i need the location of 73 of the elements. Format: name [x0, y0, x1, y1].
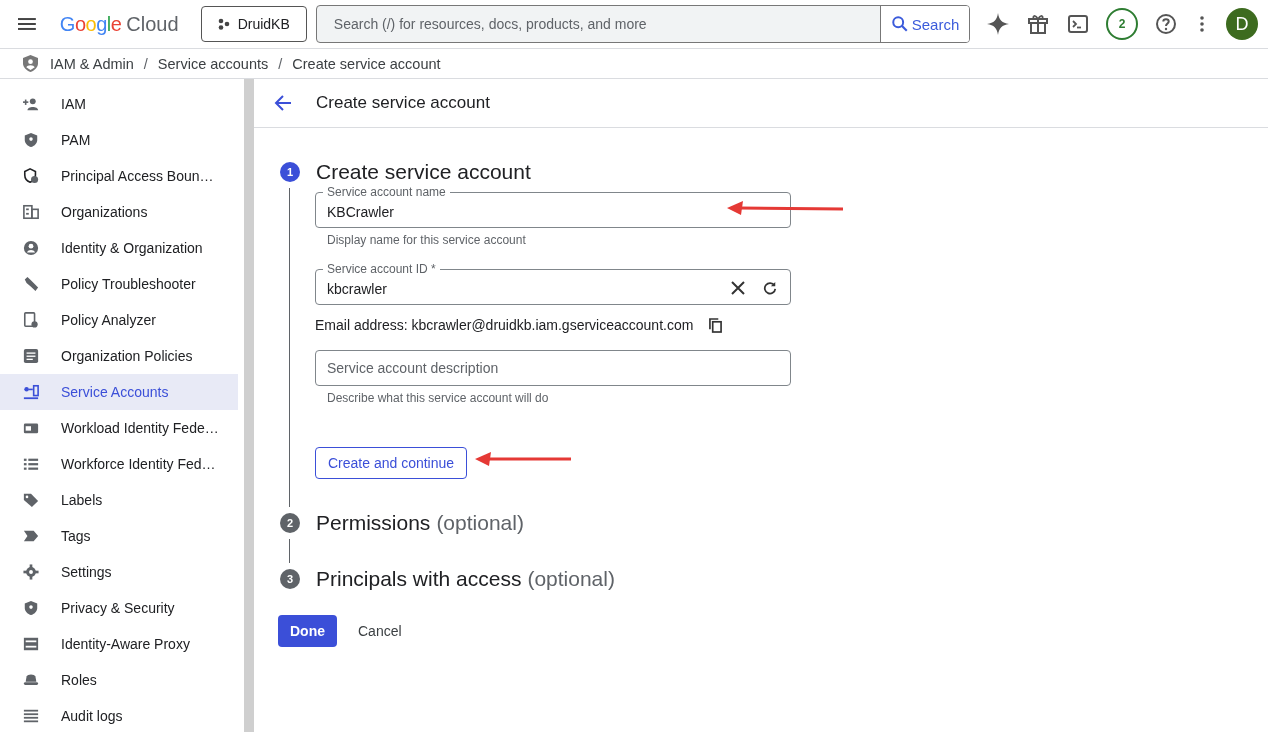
help-text: Display name for this service account — [327, 233, 527, 247]
project-icon — [217, 18, 230, 30]
sidebar-item[interactable]: Policy Analyzer — [0, 302, 238, 338]
project-picker[interactable]: DruidKB — [200, 6, 307, 42]
sidebar-item[interactable]: Organizations — [0, 194, 238, 230]
sidebar-item[interactable]: Organization Policies — [0, 338, 238, 374]
sidebar-item[interactable]: Identity-Aware Proxy — [0, 626, 238, 662]
tag-icon — [23, 492, 39, 508]
sidebar-item[interactable]: Workload Identity Fede… — [0, 410, 238, 446]
sidebar-item[interactable]: Roles — [0, 662, 238, 698]
email-address: Email address: kbcrawler@druidkb.iam.gserviceaccount.com — [315, 317, 694, 333]
help-icon[interactable] — [1154, 12, 1178, 36]
lines-icon — [23, 708, 39, 724]
proxy-icon — [23, 636, 39, 652]
avatar[interactable]: D — [1226, 8, 1258, 40]
building-icon — [23, 204, 39, 220]
gift-icon[interactable] — [1026, 12, 1050, 36]
shield-person-icon — [23, 168, 39, 184]
step-number: 2 — [280, 513, 300, 533]
step-number: 3 — [280, 569, 300, 589]
sidebar-item[interactable]: IAM — [0, 86, 238, 122]
page-title: Create service account — [316, 93, 490, 113]
step-number: 1 — [280, 162, 300, 182]
copy-icon[interactable] — [709, 317, 723, 333]
sidebar-item[interactable]: Labels — [0, 482, 238, 518]
step-title[interactable]: Permissions (optional) — [316, 511, 524, 535]
field-label: Service account ID * — [323, 262, 440, 276]
description-field[interactable]: Service account description — [315, 350, 791, 386]
help-text: Describe what this service account will do — [327, 391, 550, 405]
sparkle-icon[interactable] — [986, 12, 1010, 36]
sidebar-item[interactable]: Identity & Organization — [0, 230, 238, 266]
done-button[interactable]: Done — [278, 615, 337, 647]
logo-brand[interactable]: Google — [59, 12, 122, 36]
back-arrow-icon[interactable] — [274, 94, 292, 112]
hat-icon — [23, 672, 39, 688]
notification-badge[interactable]: 2 — [1106, 8, 1138, 40]
key-card-icon — [23, 384, 39, 400]
logo-product[interactable]: Cloud — [126, 12, 179, 36]
sidebar-item[interactable]: Settings — [0, 554, 238, 590]
sidebar-item[interactable]: PAM — [0, 122, 238, 158]
breadcrumb-link[interactable]: IAM & Admin — [50, 55, 134, 72]
more-icon[interactable] — [1200, 16, 1204, 32]
list-icon — [23, 456, 39, 472]
sidebar-item[interactable]: Principal Access Boun… — [0, 158, 238, 194]
search-field[interactable]: Search (/) for resources, docs, products, and more Search — [315, 5, 970, 43]
terminal-icon[interactable] — [1066, 12, 1090, 36]
breadcrumb-separator: / — [143, 55, 148, 72]
sidebar-item[interactable]: Policy Troubleshooter — [0, 266, 238, 302]
doc-icon — [23, 348, 39, 364]
refresh-icon[interactable] — [763, 281, 777, 295]
chevron-tag-icon — [23, 528, 39, 544]
step-title[interactable]: Create service account — [316, 160, 531, 184]
scrollbar[interactable] — [244, 79, 254, 732]
menu-icon[interactable] — [18, 18, 36, 30]
sidebar-item[interactable]: Privacy & Security — [0, 590, 238, 626]
account-icon — [23, 240, 39, 256]
shield-key-icon — [23, 132, 39, 148]
sidebar-item[interactable]: Workforce Identity Fed… — [0, 446, 238, 482]
field-label: Service account name — [323, 185, 450, 199]
shield-icon — [23, 55, 38, 72]
sidebar-item[interactable]: Tags — [0, 518, 238, 554]
search-button[interactable]: Search — [880, 6, 969, 42]
breadcrumb-separator: / — [278, 55, 283, 72]
doc-gear-icon — [23, 312, 39, 328]
breadcrumb-link[interactable]: Service accounts — [157, 55, 269, 72]
search-icon — [890, 15, 909, 33]
sidebar-item[interactable]: Service Accounts — [0, 374, 238, 410]
person-add-icon — [23, 96, 39, 112]
shield-icon — [23, 600, 39, 616]
create-and-continue-button[interactable]: Create and continue — [315, 447, 468, 479]
step-title[interactable]: Principals with access (optional) — [316, 567, 615, 591]
close-icon[interactable] — [731, 281, 745, 295]
sidebar-item[interactable]: Audit logs — [0, 698, 238, 732]
